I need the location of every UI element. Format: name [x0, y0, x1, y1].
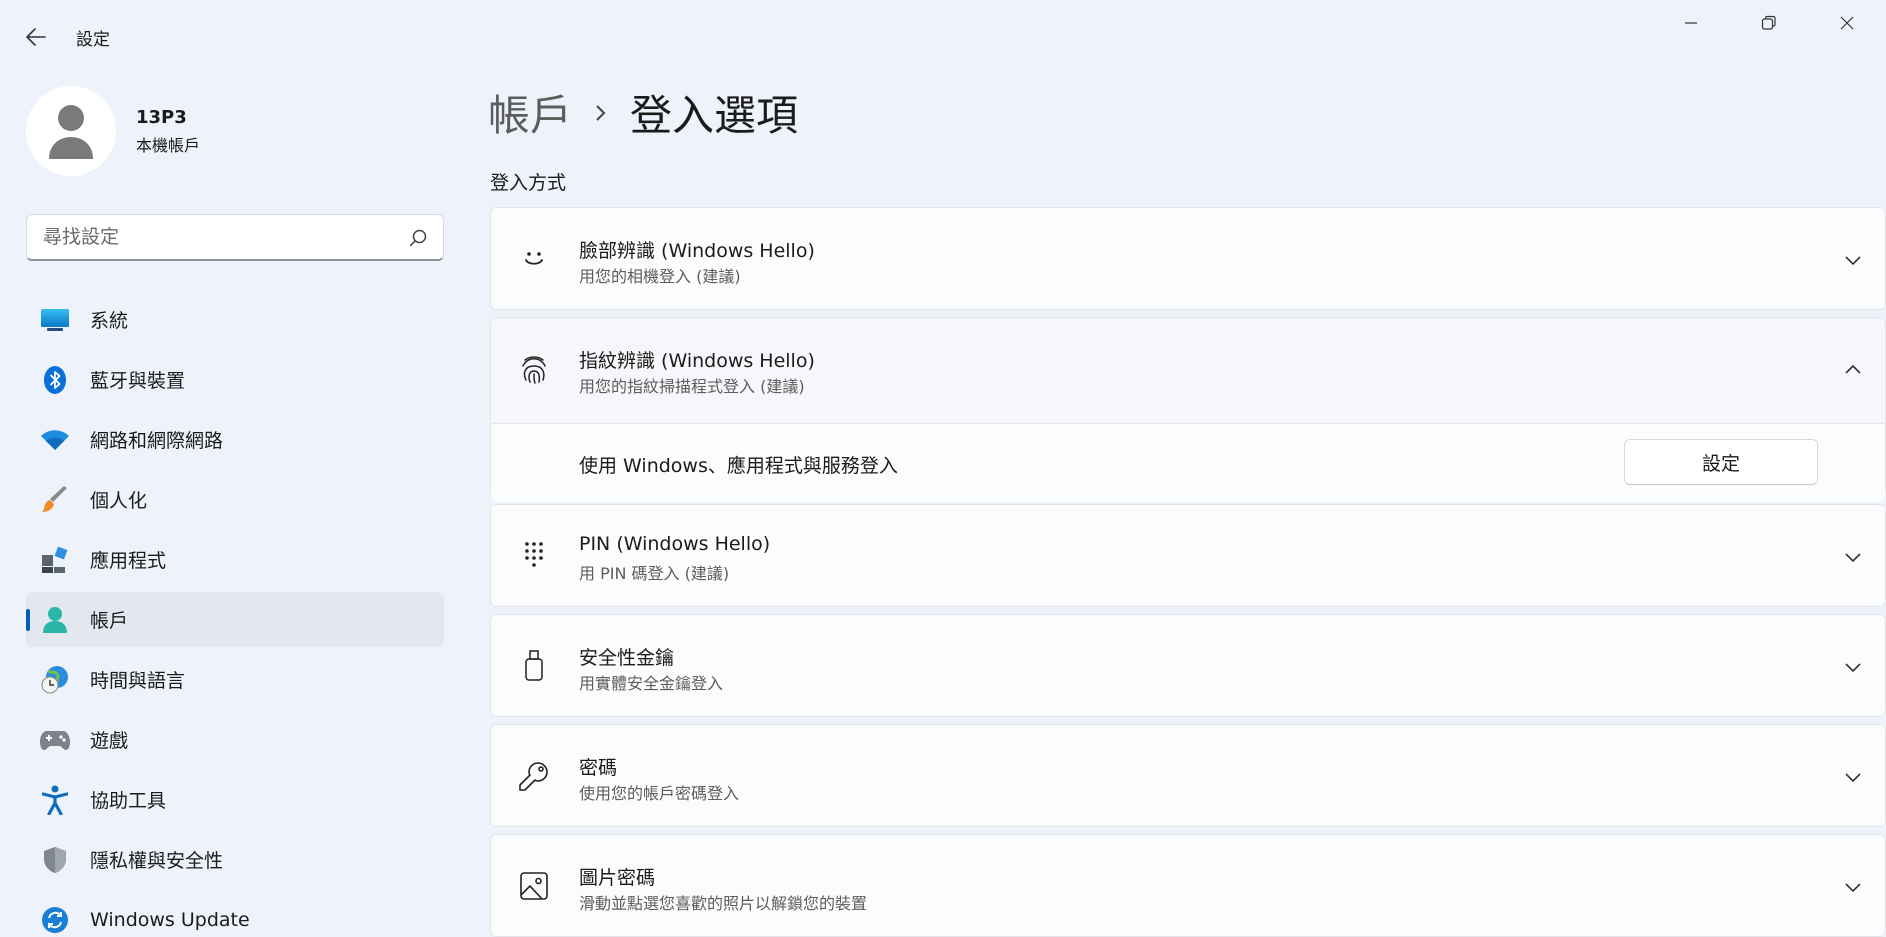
search-box — [26, 214, 444, 261]
fingerprint-details: 使用 Windows、應用程式與服務登入 設定 — [491, 423, 1885, 502]
fingerprint-detail-label: 使用 Windows、應用程式與服務登入 — [579, 455, 898, 477]
restore-button[interactable] — [1730, 0, 1808, 46]
sidebar-item-accessibility[interactable]: 協助工具 — [26, 772, 444, 827]
app-title: 設定 — [76, 30, 110, 50]
option-title: 密碼 — [579, 757, 618, 779]
close-button[interactable] — [1808, 0, 1886, 46]
close-icon — [1840, 16, 1854, 30]
option-fingerprint[interactable]: 指紋辨識 (Windows Hello) 用您的指紋掃描程式登入 (建議) 使用… — [490, 317, 1886, 502]
option-subtitle: 用您的相機登入 (建議) — [579, 267, 741, 286]
page-title: 登入選項 — [630, 91, 799, 140]
sidebar-item-label: 應用程式 — [90, 550, 167, 572]
sidebar-item-label: 遊戲 — [90, 730, 129, 752]
sidebar-item-label: 時間與語言 — [90, 670, 186, 692]
user-avatar-icon — [49, 105, 93, 159]
back-arrow-icon — [26, 28, 46, 46]
option-title: 臉部辨識 (Windows Hello) — [579, 240, 815, 262]
time-language-icon — [40, 665, 70, 695]
bluetooth-icon — [40, 365, 70, 395]
section-title: 登入方式 — [490, 172, 567, 194]
title-bar: 設定 — [0, 0, 1886, 70]
wifi-icon — [40, 425, 70, 455]
chevron-down-icon[interactable] — [1841, 875, 1865, 899]
breadcrumb-parent[interactable]: 帳戶 — [488, 82, 572, 143]
minimize-icon — [1685, 22, 1697, 24]
sidebar-item-personalization[interactable]: 個人化 — [26, 472, 444, 527]
sidebar-item-label: 隱私權與安全性 — [90, 850, 224, 872]
option-subtitle: 用 PIN 碼登入 (建議) — [579, 564, 730, 583]
avatar[interactable] — [26, 86, 116, 176]
picture-icon — [517, 869, 551, 903]
sidebar-item-label: 藍牙與裝置 — [90, 370, 186, 392]
apps-icon — [40, 545, 70, 575]
fingerprint-icon — [517, 353, 551, 387]
setup-button[interactable]: 設定 — [1624, 439, 1818, 485]
windows-update-icon — [40, 905, 70, 935]
sidebar-item-label: 帳戶 — [90, 610, 129, 632]
accessibility-icon — [40, 785, 70, 815]
option-picture-password[interactable]: 圖片密碼 滑動並點選您喜歡的照片以解鎖您的裝置 — [490, 834, 1886, 937]
user-profile: 13P3 本機帳戶 — [26, 86, 200, 176]
sidebar-item-system[interactable]: 系統 — [26, 292, 444, 347]
key-icon — [517, 759, 551, 793]
option-security-key[interactable]: 安全性金鑰 用實體安全金鑰登入 — [490, 614, 1886, 717]
sidebar-item-label: 個人化 — [90, 490, 148, 512]
option-face-recognition[interactable]: 臉部辨識 (Windows Hello) 用您的相機登入 (建議) — [490, 207, 1886, 310]
chevron-up-icon[interactable] — [1841, 358, 1865, 382]
chevron-down-icon[interactable] — [1841, 765, 1865, 789]
paintbrush-icon — [40, 485, 70, 515]
system-icon — [40, 305, 70, 335]
profile-account-type: 本機帳戶 — [136, 135, 201, 155]
sidebar-item-label: 協助工具 — [90, 790, 167, 812]
minimize-button[interactable] — [1652, 0, 1730, 46]
option-title: 安全性金鑰 — [579, 647, 675, 669]
option-title: 圖片密碼 — [579, 867, 656, 889]
sidebar-item-time-language[interactable]: 時間與語言 — [26, 652, 444, 707]
chevron-right-icon — [594, 103, 608, 123]
sidebar-item-privacy-security[interactable]: 隱私權與安全性 — [26, 832, 444, 887]
pin-keypad-icon — [517, 539, 551, 573]
sidebar-item-network[interactable]: 網路和網際網路 — [26, 412, 444, 467]
sidebar-item-bluetooth[interactable]: 藍牙與裝置 — [26, 352, 444, 407]
usb-key-icon — [517, 649, 551, 683]
sidebar-item-label: 網路和網際網路 — [90, 430, 224, 452]
window-controls — [1652, 0, 1886, 46]
sidebar-item-apps[interactable]: 應用程式 — [26, 532, 444, 587]
search-input[interactable] — [27, 215, 397, 259]
option-subtitle: 使用您的帳戶密碼登入 — [579, 784, 740, 803]
sidebar-nav: 系統 藍牙與裝置 網路和網際網路 個人化 應用程式 帳戶 時間與語言 遊戲 協助… — [26, 292, 444, 937]
sidebar-item-label: Windows Update — [90, 908, 250, 931]
account-icon — [40, 605, 70, 635]
restore-icon — [1761, 15, 1776, 30]
option-title: 指紋辨識 (Windows Hello) — [579, 350, 815, 372]
option-password[interactable]: 密碼 使用您的帳戶密碼登入 — [490, 724, 1886, 827]
sidebar-item-windows-update[interactable]: Windows Update — [26, 892, 444, 937]
chevron-down-icon[interactable] — [1841, 545, 1865, 569]
sidebar-item-label: 系統 — [90, 310, 129, 332]
face-icon — [517, 242, 551, 276]
back-button[interactable] — [18, 20, 54, 54]
shield-icon — [40, 845, 70, 875]
gamepad-icon — [40, 725, 70, 755]
option-subtitle: 用實體安全金鑰登入 — [579, 674, 724, 693]
option-title: PIN (Windows Hello) — [579, 533, 771, 555]
sidebar-item-gaming[interactable]: 遊戲 — [26, 712, 444, 767]
chevron-down-icon[interactable] — [1841, 248, 1865, 272]
breadcrumb: 帳戶 登入選項 — [488, 82, 798, 143]
profile-name: 13P3 — [136, 106, 187, 128]
option-subtitle: 滑動並點選您喜歡的照片以解鎖您的裝置 — [579, 894, 868, 913]
chevron-down-icon[interactable] — [1841, 655, 1865, 679]
sidebar-item-accounts[interactable]: 帳戶 — [26, 592, 444, 647]
option-subtitle: 用您的指紋掃描程式登入 (建議) — [579, 377, 805, 396]
search-icon[interactable] — [407, 227, 429, 249]
option-pin[interactable]: PIN (Windows Hello) 用 PIN 碼登入 (建議) — [490, 504, 1886, 607]
